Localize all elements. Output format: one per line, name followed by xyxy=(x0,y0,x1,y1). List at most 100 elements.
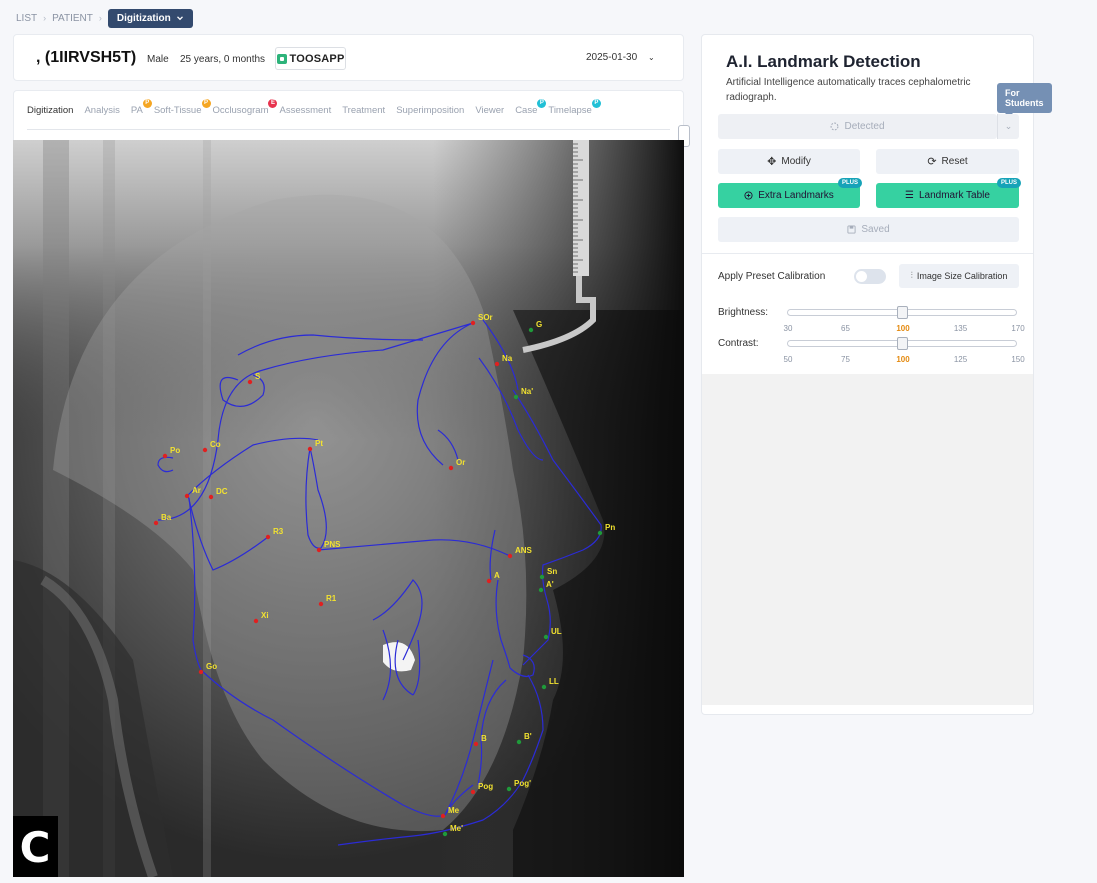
logo-text: TOOSAPP xyxy=(289,52,345,65)
slider-tick: 150 xyxy=(1011,355,1025,364)
plus-badge: PLUS xyxy=(837,178,862,188)
landmark-label: Or xyxy=(456,458,465,467)
tab-label: Digitization xyxy=(27,105,74,116)
modify-button[interactable]: ✥ Modify xyxy=(718,149,860,174)
landmark-point[interactable] xyxy=(541,684,547,690)
cephalometric-radiograph[interactable]: SOr Na S Po Co Pt Or Ar DC Ba R3 PNS ANS A R1 Xi Go B Pog M… xyxy=(13,140,684,877)
landmark-point[interactable] xyxy=(543,634,549,640)
landmark-point[interactable] xyxy=(448,465,454,471)
toosapp-logo: TOOSAPP xyxy=(275,47,346,70)
landmark-point[interactable] xyxy=(506,786,512,792)
landmark-label: R3 xyxy=(273,527,284,536)
tab-occlusogram[interactable]: Occlusogram E xyxy=(213,99,278,116)
visit-date-select[interactable]: 2025-01-30 ⌄ xyxy=(586,52,655,63)
extra-landmarks-button[interactable]: Extra Landmarks PLUS xyxy=(718,178,862,208)
landmark-label: B xyxy=(481,734,487,743)
tab-label: Analysis xyxy=(84,105,120,116)
contrast-slider-thumb[interactable] xyxy=(897,337,908,350)
breadcrumb-current-label: Digitization xyxy=(116,12,171,24)
landmark-point[interactable] xyxy=(473,741,479,747)
landmark-label: R1 xyxy=(326,594,337,603)
slider-tick: 30 xyxy=(783,324,793,333)
landmark-point[interactable] xyxy=(470,789,476,795)
landmark-table-button[interactable]: ☰ Landmark Table PLUS xyxy=(876,178,1021,208)
landmark-point[interactable] xyxy=(516,739,522,745)
loading-circle-icon xyxy=(831,122,839,131)
image-size-calibration-button[interactable]: ⫶ Image Size Calibration xyxy=(899,264,1019,288)
tab-label: Case xyxy=(515,105,538,116)
tab-label: Superimposition xyxy=(396,105,465,116)
students-tooltip: For Students xyxy=(997,83,1052,117)
tab-badge: P xyxy=(537,99,547,108)
landmark-point[interactable] xyxy=(202,447,208,453)
section-divider xyxy=(702,253,1033,254)
landmark-point[interactable] xyxy=(253,618,259,624)
tab-bar: Digitization Analysis PA P Soft-Tissue P Occlu… xyxy=(27,99,601,116)
landmark-point[interactable] xyxy=(507,553,513,559)
landmark-label: ANS xyxy=(515,546,533,555)
landmark-point[interactable] xyxy=(247,379,253,385)
tab-digitization[interactable]: Digitization xyxy=(27,105,73,116)
tab-superimposition[interactable]: Superimposition xyxy=(396,105,464,116)
apply-preset-toggle[interactable] xyxy=(854,269,886,284)
tabs-card: Digitization Analysis PA P Soft-Tissue P Occlu… xyxy=(13,90,684,140)
slider-tick: 100 xyxy=(896,355,910,364)
landmark-point[interactable] xyxy=(538,587,544,593)
saved-button[interactable]: Saved xyxy=(718,217,1019,242)
landmark-label: Na' xyxy=(521,387,533,396)
landmark-point[interactable] xyxy=(486,578,492,584)
sliders-icon: ⫶ xyxy=(910,271,913,281)
landmark-point[interactable] xyxy=(597,530,603,536)
tab-pa[interactable]: PA P xyxy=(130,99,152,116)
landmark-point[interactable] xyxy=(265,534,271,540)
landmark-point[interactable] xyxy=(528,327,534,333)
panel-description: Artificial Intelligence automatically tr… xyxy=(726,77,971,103)
landmark-label: Sn xyxy=(547,567,557,576)
tab-assessment[interactable]: Assessment xyxy=(279,105,331,116)
landmark-point[interactable] xyxy=(208,494,214,500)
breadcrumb-current-dropdown[interactable]: Digitization xyxy=(107,8,193,28)
landmark-label: S xyxy=(255,372,261,381)
brightness-slider-thumb[interactable] xyxy=(897,306,908,319)
tab-analysis[interactable]: Analysis xyxy=(84,105,119,116)
landmark-point[interactable] xyxy=(318,601,324,607)
tab-label: PA xyxy=(130,105,143,116)
landmark-point[interactable] xyxy=(184,493,190,499)
reset-button[interactable]: ⟳ Reset xyxy=(876,149,1019,174)
breadcrumb-patient[interactable]: PATIENT xyxy=(52,13,93,24)
tab-treatment[interactable]: Treatment xyxy=(342,105,385,116)
landmark-label: Co xyxy=(210,440,221,449)
detected-dropdown-toggle[interactable]: ⌄ xyxy=(997,114,1019,139)
tab-label: Viewer xyxy=(475,105,505,116)
tab-timelapse[interactable]: Timelapse P xyxy=(548,99,601,116)
tab-soft-tissue[interactable]: Soft-Tissue P xyxy=(154,99,211,116)
tab-viewer[interactable]: Viewer xyxy=(475,105,504,116)
detected-select[interactable]: Detected xyxy=(718,114,997,139)
tab-case[interactable]: Case P xyxy=(515,99,547,116)
landmark-point[interactable] xyxy=(198,669,204,675)
patient-sex: Male xyxy=(147,54,169,65)
slider-tick: 100 xyxy=(896,324,910,333)
slider-tick: 65 xyxy=(841,324,850,333)
landmark-point[interactable] xyxy=(316,547,322,553)
save-icon xyxy=(847,225,856,234)
contrast-slider[interactable] xyxy=(787,337,1017,350)
xray-canvas[interactable]: SOr Na S Po Co Pt Or Ar DC Ba R3 PNS ANS A R1 Xi Go B Pog M… xyxy=(13,140,684,877)
landmark-point[interactable] xyxy=(494,361,500,367)
landmark-point[interactable] xyxy=(470,320,476,326)
landmark-point[interactable] xyxy=(440,813,446,819)
patient-age: 25 years, 0 months xyxy=(180,54,266,65)
breadcrumb-list[interactable]: LIST xyxy=(16,13,37,24)
landmark-point[interactable] xyxy=(162,453,168,459)
apply-preset-label: Apply Preset Calibration xyxy=(718,271,826,282)
landmark-point[interactable] xyxy=(307,446,313,452)
move-icon: ✥ xyxy=(767,155,777,168)
landmark-point[interactable] xyxy=(442,831,448,837)
landmark-point[interactable] xyxy=(539,574,545,580)
brightness-slider[interactable] xyxy=(787,306,1017,319)
landmark-point[interactable] xyxy=(513,394,519,400)
landmark-point[interactable] xyxy=(153,520,159,526)
patient-name: , (1IIRVSH5T) xyxy=(36,49,137,66)
landmark-label: SOr xyxy=(478,313,493,322)
watermark-letter: C xyxy=(20,823,51,872)
